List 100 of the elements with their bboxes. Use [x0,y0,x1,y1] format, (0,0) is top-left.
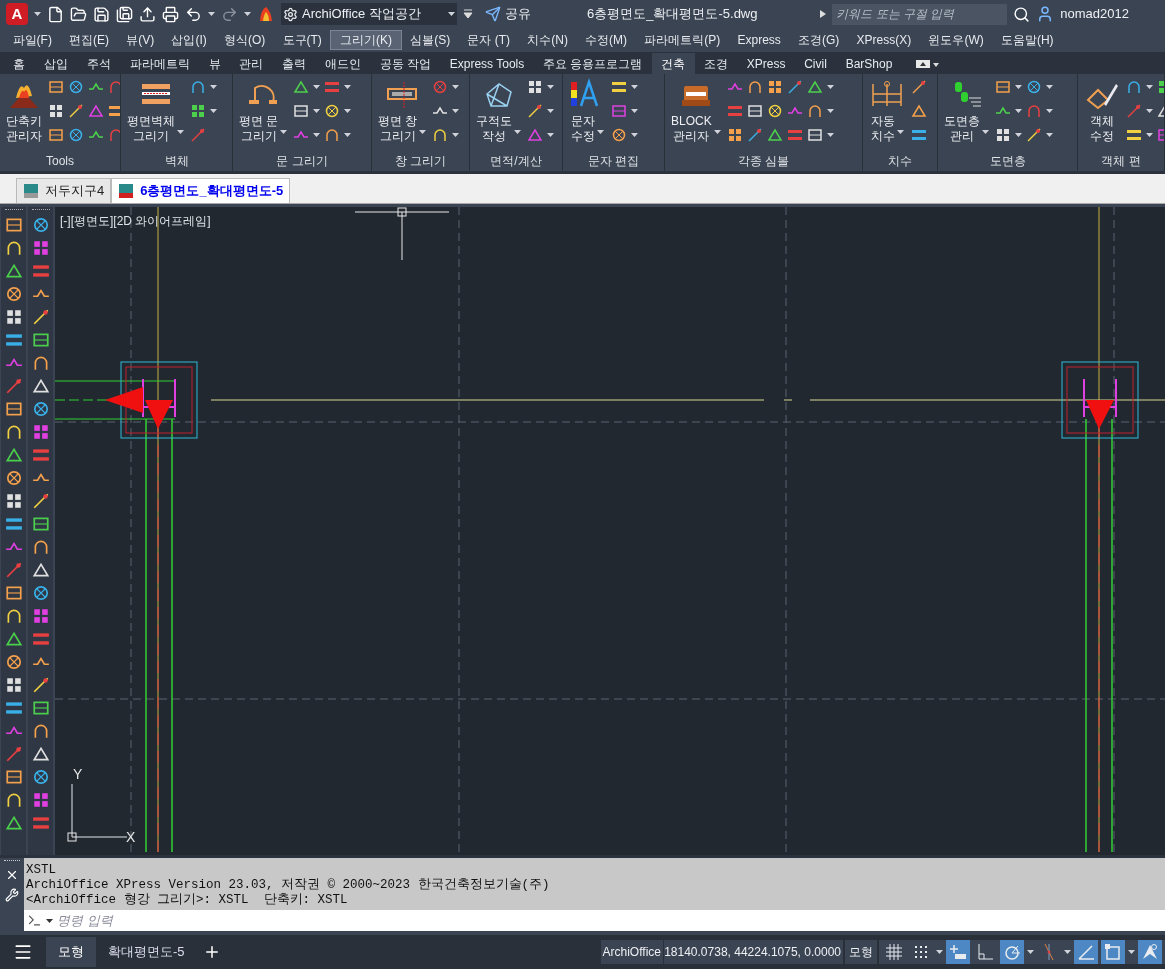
ribbon-button[interactable]: 문자 수정 [567,78,607,144]
target-icon[interactable] [31,400,50,418]
panel-icon[interactable] [31,699,50,717]
share-button[interactable]: 공유 [485,4,531,24]
fire-icon[interactable] [257,5,275,23]
bars-icon[interactable] [31,262,50,280]
document-tab[interactable]: 6층평면도_확대평면도-5 [111,178,291,203]
ribbon-tab[interactable]: 뷰 [199,53,230,74]
ribbon-button[interactable]: 도면층 관리 [942,78,991,144]
triangle-icon[interactable] [806,79,823,95]
arc-icon[interactable] [324,127,341,143]
panel-icon[interactable] [4,768,23,786]
ribbon-button[interactable]: 자동 치수 [867,78,907,144]
status-toggle[interactable] [1074,940,1098,964]
ribbon-button[interactable]: 단축키 관리자 [4,78,44,144]
triangle-icon[interactable] [4,262,23,280]
bars-icon[interactable] [31,630,50,648]
bars-icon[interactable] [4,699,23,717]
bars-icon[interactable] [911,127,927,143]
target-icon[interactable] [68,79,84,95]
ribbon-tab[interactable]: 공동 작업 [370,53,441,74]
print-icon[interactable] [162,5,179,23]
ribbon-button[interactable]: BLOCK 관리자 [669,78,723,144]
bars-icon[interactable] [4,515,23,533]
customize-icon[interactable] [463,9,473,19]
status-toggle[interactable] [1138,940,1162,964]
menu-icon[interactable] [13,942,33,962]
ribbon-button[interactable]: 평면벽체 그리기 [125,78,186,144]
target-icon[interactable] [1026,79,1042,95]
bars-icon[interactable] [31,446,50,464]
app-logo[interactable]: A [6,3,28,25]
save-icon[interactable] [93,5,110,23]
bars-icon[interactable] [1126,127,1142,143]
menu-item[interactable]: 문자 (T) [458,30,519,50]
panel-icon[interactable] [995,79,1011,95]
target-icon[interactable] [31,584,50,602]
ribbon-tab[interactable]: 주석 [77,53,121,74]
ribbon-tab[interactable]: 파라메트릭 [120,53,200,74]
triangle-icon[interactable] [31,745,50,763]
triangle-icon[interactable] [4,446,23,464]
search-field[interactable]: 키워드 또는 구절 입력 [832,3,1008,25]
grid-icon[interactable] [766,79,783,95]
arc-icon[interactable] [746,79,763,95]
menu-item[interactable]: 뷰(V) [117,30,163,50]
undo-icon[interactable] [185,5,202,23]
menu-item[interactable]: Express [728,30,790,50]
workspace-dropdown[interactable]: ArchiOffice 작업공간 [281,3,457,25]
target-icon[interactable] [31,768,50,786]
panel-icon[interactable] [806,127,823,143]
ribbon-tab[interactable]: Civil [794,53,837,74]
close-icon[interactable] [5,868,19,882]
target-icon[interactable] [68,127,84,143]
menu-item[interactable]: XPress(X) [847,30,920,50]
arc-icon[interactable] [432,127,449,143]
menu-item[interactable]: 파라메트릭(P) [635,30,729,50]
triangle-icon[interactable] [293,79,310,95]
ribbon-tab[interactable]: 삽입 [34,53,78,74]
target-icon[interactable] [324,103,341,119]
menu-item[interactable]: 심볼(S) [401,30,459,50]
menu-item[interactable]: 그리기(K) [330,30,402,50]
grid-icon[interactable] [4,308,23,326]
menu-item[interactable]: 편집(E) [60,30,118,50]
target-icon[interactable] [4,469,23,487]
user-name[interactable]: nomad2012 [1060,4,1129,24]
ribbon-button[interactable]: 구적도 작성 [474,78,523,144]
grid-icon[interactable] [48,103,64,119]
menu-item[interactable]: 수정(M) [576,30,636,50]
bars-icon[interactable] [4,331,23,349]
triangle-icon[interactable] [31,377,50,395]
arc-icon[interactable] [806,103,823,119]
bars-icon[interactable] [611,79,627,95]
bars-icon[interactable] [108,103,120,119]
save-all-icon[interactable] [116,5,133,23]
line-icon[interactable] [911,79,927,95]
menu-item[interactable]: 조경(G) [789,30,848,50]
menu-item[interactable]: 파일(F) [4,30,61,50]
menu-item[interactable]: 도구(T) [273,30,331,50]
search-icon[interactable] [1013,5,1031,23]
panel-icon[interactable] [48,127,64,143]
line-icon[interactable] [786,79,803,95]
grid-icon[interactable] [4,676,23,694]
wrench-icon[interactable] [5,888,19,902]
ribbon-tab[interactable]: 조경 [694,53,738,74]
triangle-icon[interactable] [31,561,50,579]
panel-toggle-icon[interactable] [915,59,940,69]
new-file-icon[interactable] [47,5,64,23]
panel-icon[interactable] [4,400,23,418]
ribbon-tab[interactable]: XPress [737,53,795,74]
menu-item[interactable]: 삽입(I) [162,30,216,50]
redo-icon[interactable] [221,5,238,23]
panel-icon[interactable] [293,103,310,119]
panel-icon[interactable] [4,216,23,234]
menu-item[interactable]: 형식(O) [215,30,274,50]
bars-icon[interactable] [31,814,50,832]
target-icon[interactable] [4,653,23,671]
panel-icon[interactable] [4,584,23,602]
ribbon-tab[interactable]: 출력 [272,53,316,74]
open-folder-icon[interactable] [70,5,87,23]
ribbon-button[interactable]: 평면 문 그리기 [237,78,290,144]
panel-icon[interactable] [31,515,50,533]
